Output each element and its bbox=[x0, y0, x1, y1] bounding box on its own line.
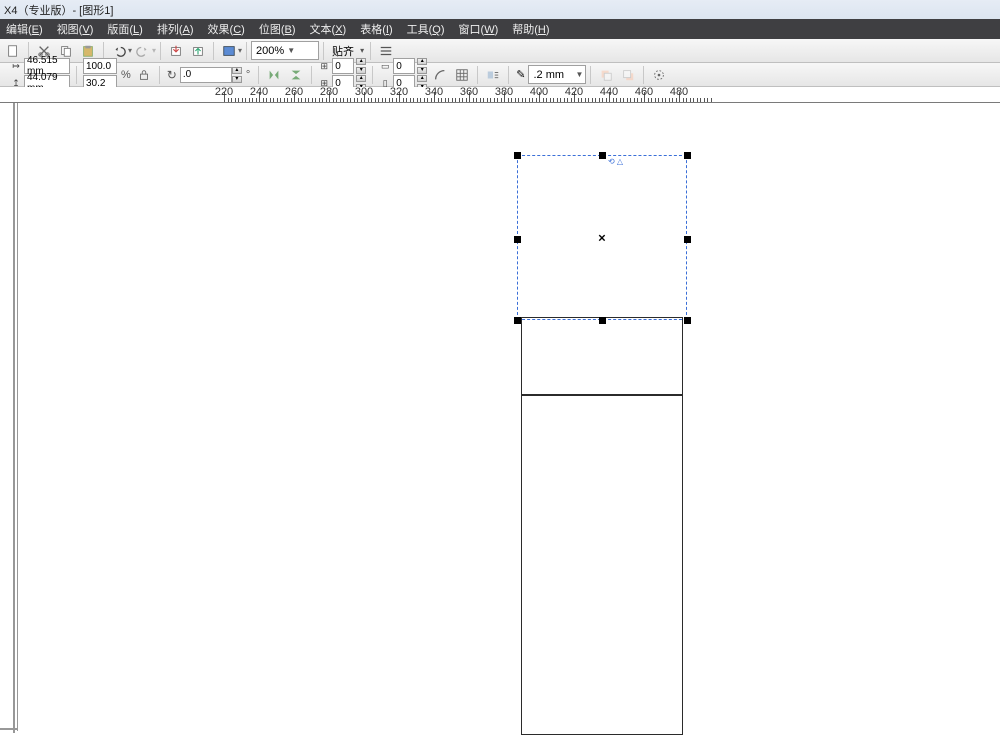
export-icon[interactable] bbox=[188, 41, 208, 61]
table-icon[interactable] bbox=[452, 65, 472, 85]
mirror-h-icon[interactable] bbox=[264, 65, 284, 85]
canvas[interactable]: ✕ ⟲ △ bbox=[0, 103, 1000, 733]
selection-handle[interactable] bbox=[599, 152, 606, 159]
to-front-icon bbox=[596, 65, 616, 85]
selection-handle[interactable] bbox=[514, 236, 521, 243]
zoom-combo[interactable]: 200%▼ bbox=[251, 41, 319, 60]
cols-input[interactable]: 0 bbox=[393, 58, 415, 74]
mirror-v-icon[interactable] bbox=[286, 65, 306, 85]
wrap-text-icon[interactable] bbox=[483, 65, 503, 85]
lock-ratio-icon[interactable] bbox=[134, 65, 154, 85]
toolbar-main: ▾ ▾ ▾ 200%▼ 贴齐 ▾ bbox=[0, 39, 1000, 63]
rotation-icon: ↻ bbox=[167, 68, 177, 82]
selection-handle[interactable] bbox=[684, 152, 691, 159]
menu-item[interactable]: 文本(X) bbox=[310, 21, 347, 37]
rotation-handle[interactable]: ⟲ △ bbox=[608, 157, 623, 166]
convert-curves-icon[interactable] bbox=[649, 65, 669, 85]
menu-item[interactable]: 排列(A) bbox=[157, 21, 194, 37]
ruler-horizontal[interactable]: 2202402602803003203403603804004204404604… bbox=[0, 87, 1000, 103]
menu-item[interactable]: 帮助(H) bbox=[512, 21, 549, 37]
menu-item[interactable]: 视图(V) bbox=[57, 21, 94, 37]
menu-item[interactable]: 版面(L) bbox=[107, 21, 142, 37]
redo-icon bbox=[133, 41, 153, 61]
rectangle-shape[interactable] bbox=[521, 395, 683, 735]
selection-handle[interactable] bbox=[599, 317, 606, 324]
scalex-input[interactable]: 100.0 bbox=[83, 58, 117, 74]
menu-item[interactable]: 位图(B) bbox=[259, 21, 296, 37]
selection-handle[interactable] bbox=[684, 236, 691, 243]
toolbar-property: ↦46.515 mm ↥44.079 mm 100.0 30.2 % ↻ .0 … bbox=[0, 63, 1000, 87]
pen-icon: ✎ bbox=[516, 68, 525, 81]
selection-handle[interactable] bbox=[684, 317, 691, 324]
outline-combo[interactable]: .2 mm▼ bbox=[528, 65, 586, 84]
menu-item[interactable]: 编辑(E) bbox=[6, 21, 43, 37]
rectangle-shape[interactable] bbox=[521, 317, 683, 395]
dupx-input[interactable]: 0 bbox=[332, 58, 354, 74]
menu-item[interactable]: 表格(I) bbox=[360, 21, 392, 37]
x-icon: ↦ bbox=[10, 61, 22, 72]
menu-item[interactable]: 效果(C) bbox=[208, 21, 245, 37]
page-edge-h bbox=[0, 728, 18, 730]
to-back-icon bbox=[618, 65, 638, 85]
menu-item[interactable]: 工具(Q) bbox=[407, 21, 445, 37]
selection-handle[interactable] bbox=[514, 152, 521, 159]
page-edge-v bbox=[13, 103, 15, 733]
menu-bar[interactable]: 编辑(E) 视图(V) 版面(L) 排列(A) 效果(C) 位图(B) 文本(X) 表格(I)… bbox=[0, 19, 1000, 39]
import-icon[interactable] bbox=[166, 41, 186, 61]
page-edge-v2 bbox=[17, 103, 18, 731]
fullscreen-icon[interactable] bbox=[219, 41, 239, 61]
title-bar: X4（专业版）- [图形1] bbox=[0, 0, 1000, 19]
selection-center[interactable]: ✕ bbox=[598, 234, 606, 245]
window-title: X4（专业版）- [图形1] bbox=[4, 2, 113, 18]
arc-icon[interactable] bbox=[430, 65, 450, 85]
menu-item[interactable]: 窗口(W) bbox=[459, 21, 499, 37]
rotation-input[interactable]: .0 bbox=[180, 67, 232, 83]
selection-handle[interactable] bbox=[514, 317, 521, 324]
